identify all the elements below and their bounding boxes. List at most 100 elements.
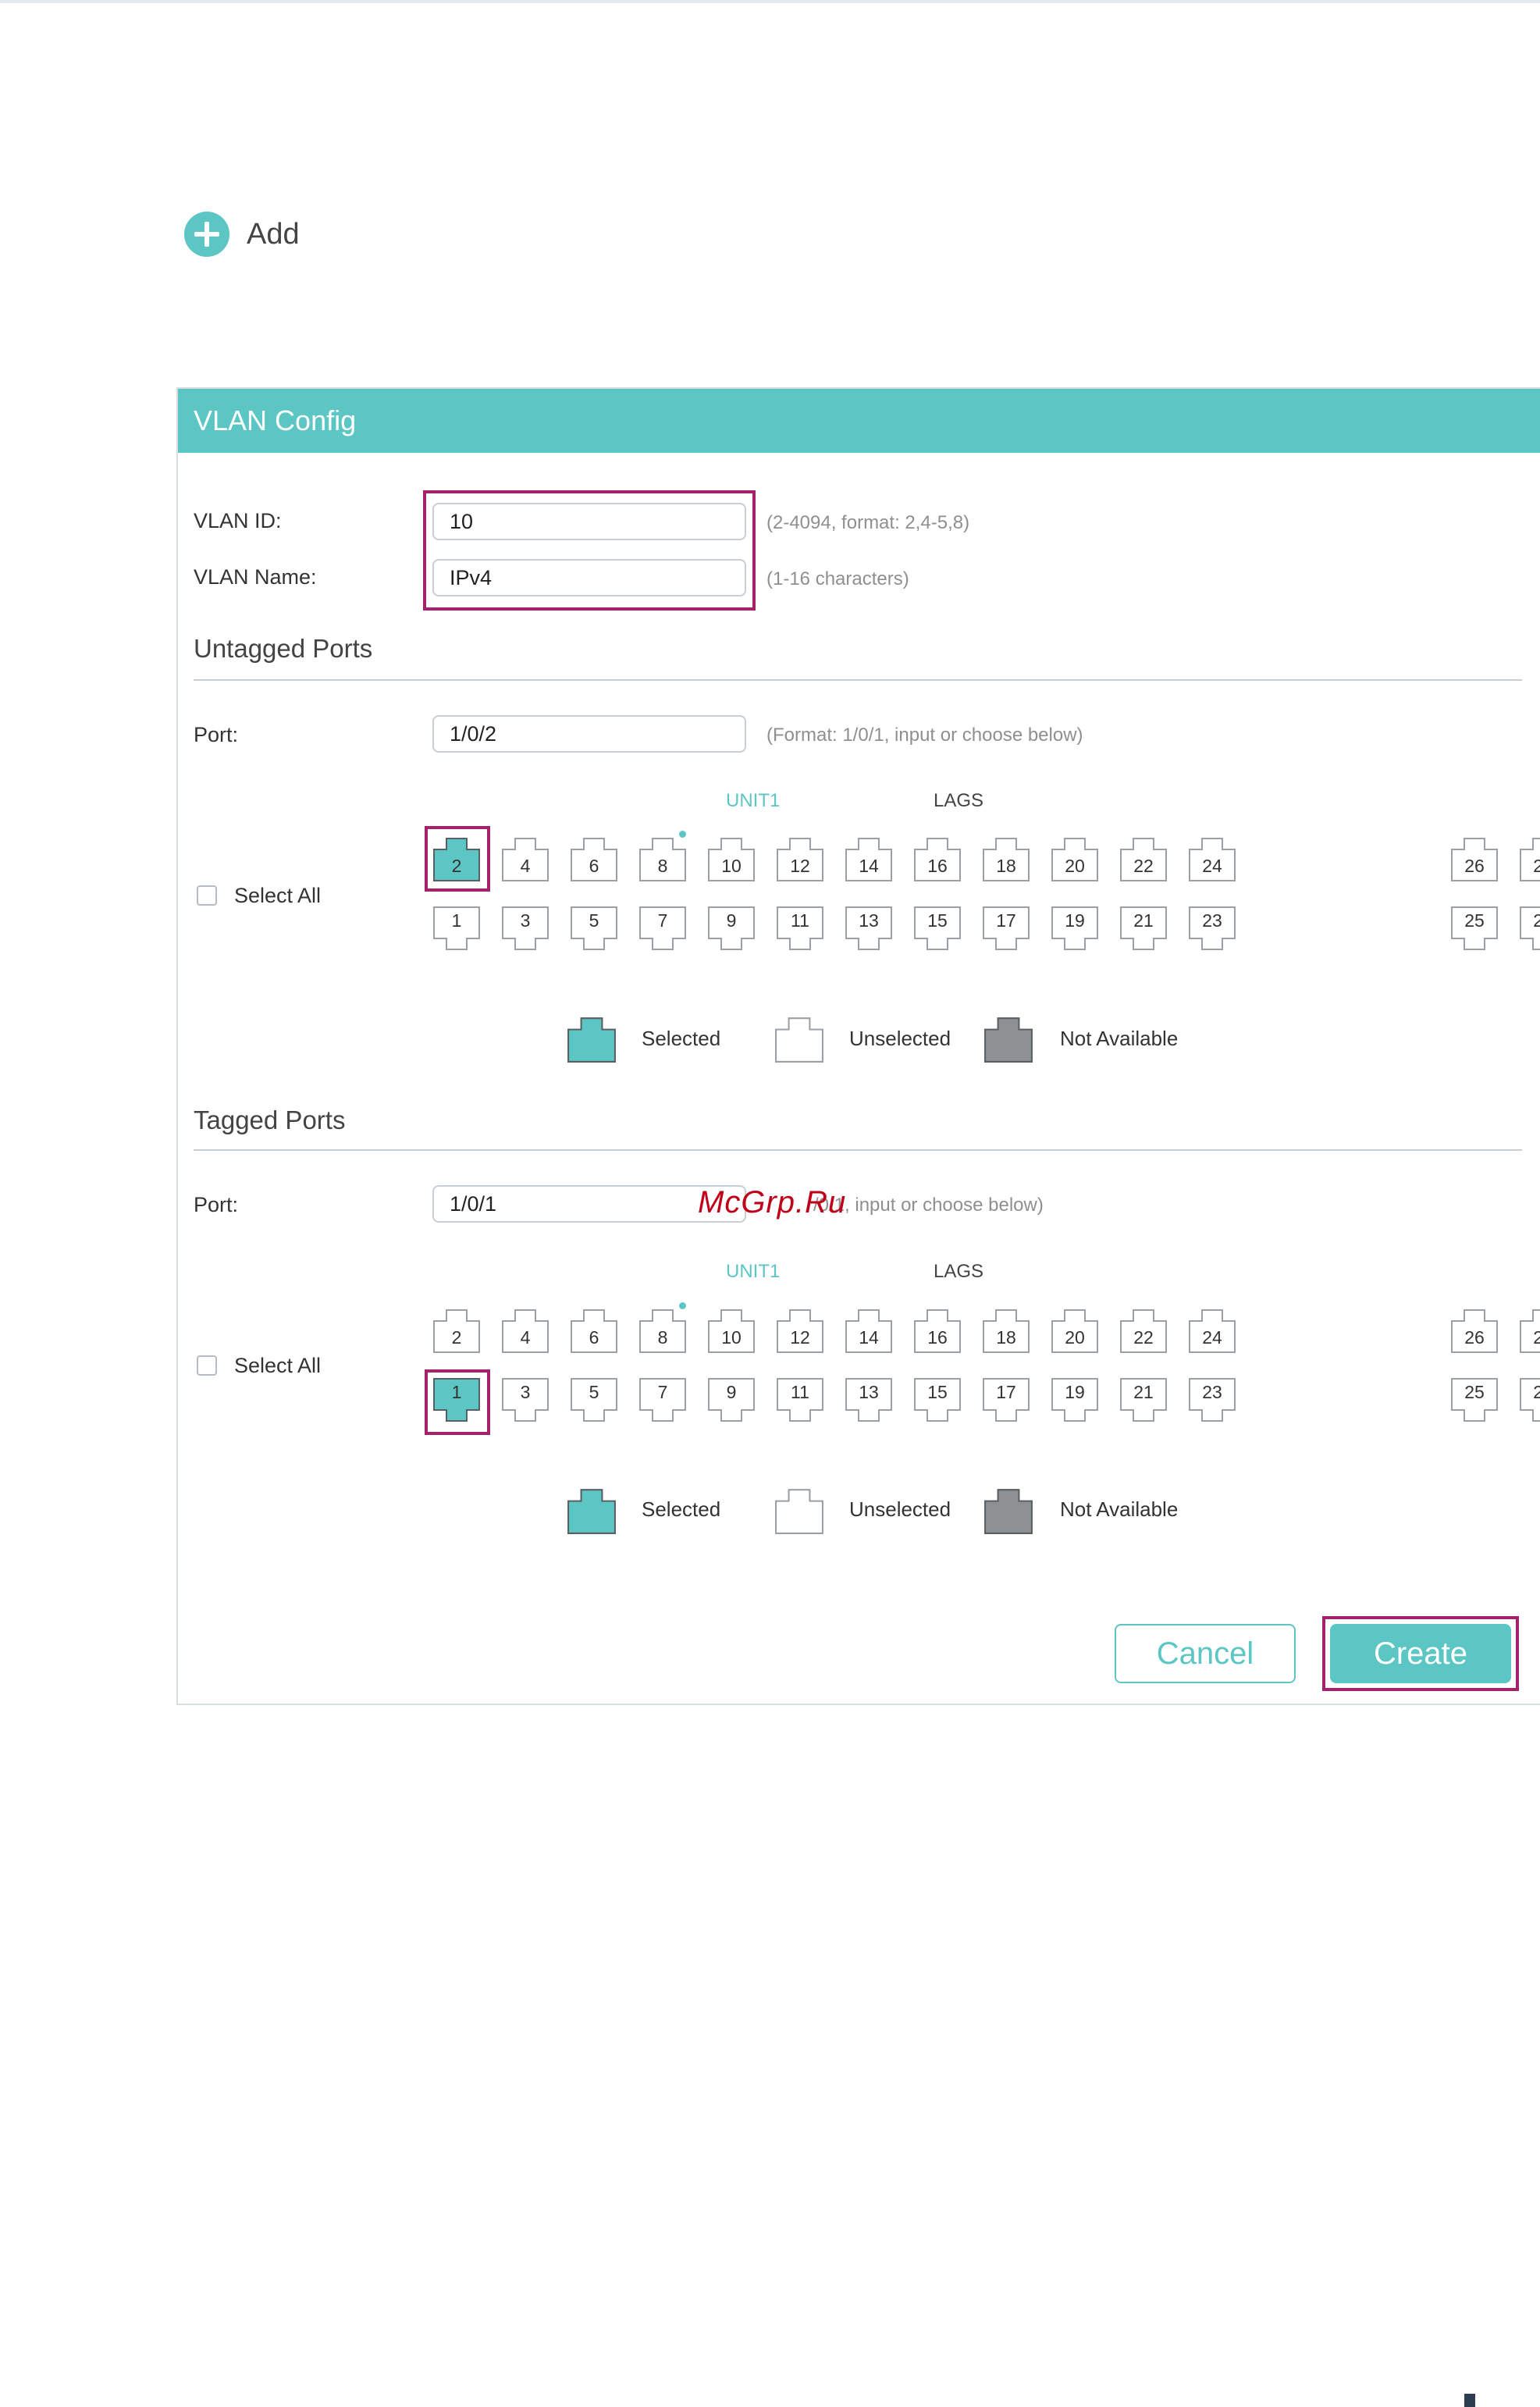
tagged-port-22[interactable]: 22 (1119, 1305, 1168, 1354)
tagged-port-21[interactable]: 21 (1119, 1377, 1168, 1426)
cancel-button[interactable]: Cancel (1115, 1624, 1296, 1683)
tagged-port-4[interactable]: 4 (501, 1305, 549, 1354)
tagged-port-24[interactable]: 24 (1188, 1305, 1236, 1354)
untagged-divider (194, 679, 1522, 681)
port-number: 14 (859, 1327, 879, 1348)
port-number: 8 (657, 856, 668, 876)
tagged-port-1[interactable]: 1 (432, 1377, 481, 1426)
untagged-ports-title: Untagged Ports (194, 634, 373, 663)
tagged-port-27[interactable]: 27 (1519, 1377, 1540, 1426)
port-number: 24 (1202, 856, 1222, 876)
untagged-port-12[interactable]: 12 (776, 834, 824, 882)
untagged-port-14[interactable]: 14 (845, 834, 893, 882)
untagged-port-11[interactable]: 11 (776, 906, 824, 954)
tagged-port-7[interactable]: 7 (638, 1377, 687, 1426)
untagged-port-16[interactable]: 16 (913, 834, 962, 882)
tagged-divider (194, 1149, 1522, 1151)
panel-title: VLAN Config (194, 404, 357, 436)
tagged-port-5[interactable]: 5 (570, 1377, 618, 1426)
port-number: 10 (721, 856, 742, 876)
untagged-lags-label: LAGS (934, 790, 984, 811)
untagged-port-2[interactable]: 2 (432, 834, 481, 882)
port-number: 12 (790, 856, 810, 876)
untagged-port-18[interactable]: 18 (982, 834, 1030, 882)
port-number: 25 (1464, 1382, 1485, 1402)
untagged-port-4[interactable]: 4 (501, 834, 549, 882)
add-label: Add (247, 217, 300, 251)
tagged-port-8[interactable]: 8 (638, 1302, 687, 1354)
untagged-port-10[interactable]: 10 (707, 834, 756, 882)
untagged-port-input[interactable] (432, 715, 746, 753)
vlan-name-input[interactable] (432, 559, 746, 596)
tagged-port-3[interactable]: 3 (501, 1377, 549, 1426)
untagged-port-24[interactable]: 24 (1188, 834, 1236, 882)
tagged-port-23[interactable]: 23 (1188, 1377, 1236, 1426)
untagged-select-all-checkbox[interactable] (197, 885, 217, 906)
untagged-port-23[interactable]: 23 (1188, 906, 1236, 954)
untagged-port-25[interactable]: 25 (1450, 906, 1499, 954)
port-number: 4 (520, 1327, 531, 1348)
legend-selected-icon (567, 1485, 617, 1535)
untagged-port-28[interactable]: 28 (1519, 834, 1540, 882)
untagged-port-13[interactable]: 13 (845, 906, 893, 954)
top-rule (0, 0, 1540, 3)
untagged-port-19[interactable]: 19 (1051, 906, 1099, 954)
port-number: 13 (859, 910, 879, 931)
port-number: 2 (451, 856, 462, 876)
tagged-port-28[interactable]: 28 (1519, 1305, 1540, 1354)
port-number: 1 (451, 1382, 462, 1402)
tagged-port-11[interactable]: 11 (776, 1377, 824, 1426)
untagged-port-8[interactable]: 8 (638, 831, 687, 882)
tagged-port-9[interactable]: 9 (707, 1377, 756, 1426)
untagged-port-15[interactable]: 15 (913, 906, 962, 954)
tagged-port-20[interactable]: 20 (1051, 1305, 1099, 1354)
tagged-select-all-label: Select All (234, 1354, 322, 1377)
port-number: 24 (1202, 1327, 1222, 1348)
untagged-port-26[interactable]: 26 (1450, 834, 1499, 882)
create-button[interactable]: Create (1330, 1624, 1511, 1683)
tagged-port-18[interactable]: 18 (982, 1305, 1030, 1354)
untagged-port-label: Port: (194, 723, 239, 746)
tagged-port-15[interactable]: 15 (913, 1377, 962, 1426)
port-number: 23 (1202, 910, 1222, 931)
tagged-port-6[interactable]: 6 (570, 1305, 618, 1354)
tagged-port-12[interactable]: 12 (776, 1305, 824, 1354)
tagged-port-26[interactable]: 26 (1450, 1305, 1499, 1354)
port-number: 28 (1533, 856, 1540, 876)
tagged-port-14[interactable]: 14 (845, 1305, 893, 1354)
port-number: 20 (1065, 1327, 1085, 1348)
port-number: 22 (1133, 1327, 1154, 1348)
untagged-port-6[interactable]: 6 (570, 834, 618, 882)
untagged-port-5[interactable]: 5 (570, 906, 618, 954)
tagged-port-19[interactable]: 19 (1051, 1377, 1099, 1426)
vlan-id-input[interactable] (432, 503, 746, 540)
tagged-port-13[interactable]: 13 (845, 1377, 893, 1426)
tagged-port-25[interactable]: 25 (1450, 1377, 1499, 1426)
port-number: 23 (1202, 1382, 1222, 1402)
untagged-port-27[interactable]: 27 (1519, 906, 1540, 954)
tagged-port-17[interactable]: 17 (982, 1377, 1030, 1426)
plus-circle-icon (184, 212, 229, 257)
port-number: 4 (520, 856, 531, 876)
tagged-port-10[interactable]: 10 (707, 1305, 756, 1354)
port-number: 11 (791, 1382, 809, 1402)
tagged-unit-label: UNIT1 (726, 1261, 781, 1282)
untagged-port-20[interactable]: 20 (1051, 834, 1099, 882)
port-number: 21 (1133, 910, 1154, 931)
tagged-port-2[interactable]: 2 (432, 1305, 481, 1354)
untagged-port-17[interactable]: 17 (982, 906, 1030, 954)
link-status-dot (679, 1302, 686, 1309)
untagged-port-21[interactable]: 21 (1119, 906, 1168, 954)
untagged-port-1[interactable]: 1 (432, 906, 481, 954)
untagged-port-9[interactable]: 9 (707, 906, 756, 954)
untagged-port-7[interactable]: 7 (638, 906, 687, 954)
tagged-port-16[interactable]: 16 (913, 1305, 962, 1354)
port-number: 16 (927, 856, 948, 876)
port-number: 6 (589, 856, 599, 876)
port-number: 17 (996, 910, 1016, 931)
untagged-port-3[interactable]: 3 (501, 906, 549, 954)
add-button[interactable]: Add (184, 209, 300, 259)
untagged-port-22[interactable]: 22 (1119, 834, 1168, 882)
tagged-select-all-checkbox[interactable] (197, 1355, 217, 1376)
port-number: 20 (1065, 856, 1085, 876)
